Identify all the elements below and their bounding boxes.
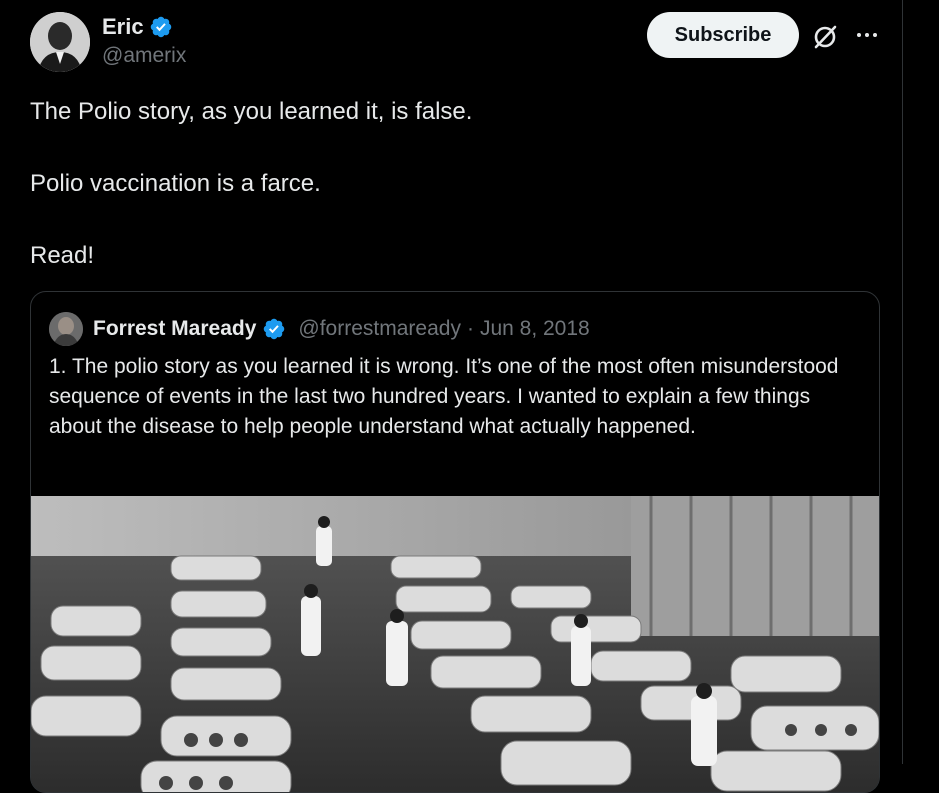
author-avatar-image	[30, 12, 90, 72]
more-options-icon[interactable]	[854, 22, 880, 48]
meta-separator: ·	[466, 317, 474, 340]
author-name-row[interactable]: Eric	[102, 14, 173, 40]
tweet-paragraph: Read!	[30, 242, 95, 269]
quoted-tweet-header: Forrest Maready @forrestmaready · Jun 8,…	[49, 312, 590, 346]
quoted-tweet-date[interactable]: Jun 8, 2018	[480, 317, 590, 341]
quoted-tweet-text: 1. The polio story as you learned it is …	[49, 355, 839, 438]
grok-icon[interactable]	[810, 22, 840, 52]
tweet-paragraph: Polio vaccination is a farce.	[30, 170, 321, 197]
author-avatar[interactable]	[30, 12, 90, 72]
quoted-tweet-card[interactable]: Forrest Maready @forrestmaready · Jun 8,…	[30, 291, 880, 793]
verified-badge-icon[interactable]	[149, 15, 173, 39]
tweet-body: The Polio story, as you learned it, is f…	[30, 94, 880, 310]
subscribe-button[interactable]: Subscribe	[647, 12, 799, 58]
tweet-paragraph: The Polio story, as you learned it, is f…	[30, 98, 473, 125]
iron-lung-ward-photo	[31, 496, 879, 792]
quoted-author-handle[interactable]: @forrestmaready	[298, 317, 461, 341]
author-name[interactable]: Eric	[102, 14, 144, 40]
quoted-tweet-image[interactable]	[31, 496, 879, 792]
author-handle[interactable]: @amerix	[102, 44, 186, 68]
quoted-author-avatar[interactable]	[49, 312, 83, 346]
quoted-author-name[interactable]: Forrest Maready	[93, 317, 256, 341]
tweet-header: Eric @amerix Subscribe	[30, 12, 890, 74]
more-dots-icon	[857, 33, 877, 37]
quoted-author-avatar-image	[49, 312, 83, 346]
verified-badge-icon[interactable]	[262, 317, 286, 341]
column-border	[902, 0, 903, 764]
